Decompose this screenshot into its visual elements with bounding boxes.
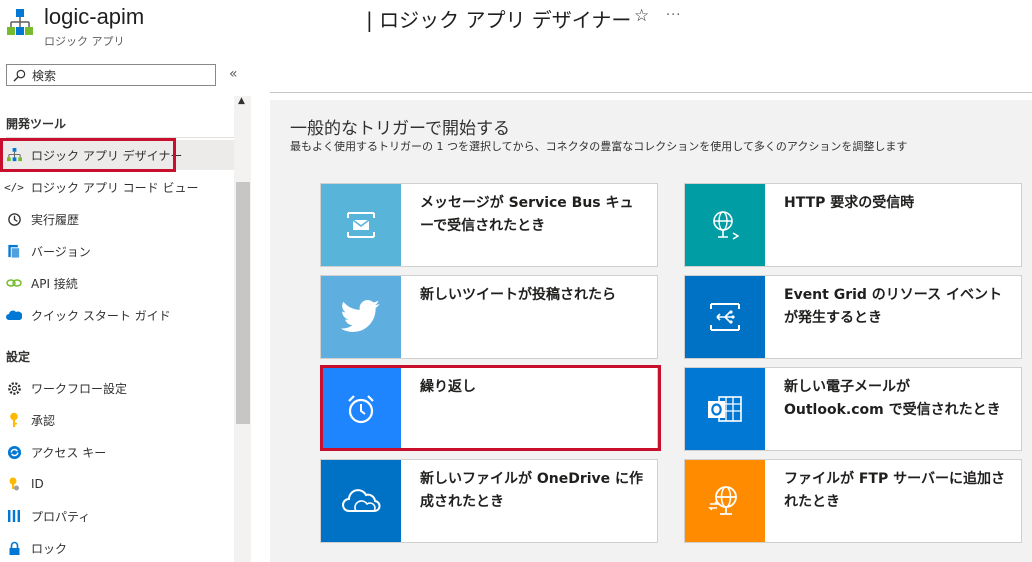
- section-header-settings: 設定: [6, 350, 31, 364]
- trigger-card-onedrive[interactable]: 新しいファイルが OneDrive に作成されたとき: [320, 459, 658, 543]
- sidebar-item-label: 承認: [31, 413, 56, 428]
- star-favorite-icon[interactable]: ☆: [634, 6, 649, 26]
- ftp-icon: [708, 486, 737, 515]
- page-title: | ロジック アプリ デザイナー: [366, 8, 632, 32]
- card-label: 新しい電子メールが Outlook.com で受信されたとき: [784, 379, 1001, 418]
- card-tile: [321, 184, 401, 266]
- history-icon: [6, 211, 22, 227]
- logic-app-icon: [7, 9, 33, 35]
- sidebar-item-label: ID: [31, 477, 44, 491]
- scroll-up-icon[interactable]: ▲: [238, 96, 245, 106]
- sidebar-item-label: プロパティ: [31, 509, 91, 524]
- sidebar-item-label: ワークフロー設定: [31, 381, 128, 396]
- access-keys-icon: [6, 444, 22, 460]
- key-icon: [6, 412, 22, 428]
- highlight-box: [320, 365, 661, 451]
- card-tile: [685, 368, 765, 450]
- card-label: HTTP 要求の受信時: [784, 195, 915, 211]
- collapse-sidebar-icon[interactable]: «: [229, 66, 238, 82]
- sidebar-item-locks[interactable]: ロック: [0, 533, 234, 562]
- cloud-icon: [6, 307, 22, 323]
- trigger-card-service-bus[interactable]: メッセージが Service Bus キューで受信されたとき: [320, 183, 658, 267]
- app-subtitle: ロジック アプリ: [44, 35, 125, 48]
- code-icon: </>: [4, 180, 24, 194]
- highlight-box: [0, 138, 176, 172]
- twitter-icon: [340, 300, 380, 332]
- app-root: logic-apim ロジック アプリ | ロジック アプリ デザイナー ☆ ·…: [0, 0, 1032, 562]
- outlook-icon: [708, 396, 742, 422]
- sidebar-item-label: ロック: [31, 541, 68, 556]
- scrollbar-thumb[interactable]: [236, 182, 250, 424]
- trigger-card-ftp[interactable]: ファイルが FTP サーバーに追加されたとき: [684, 459, 1022, 543]
- trigger-card-http[interactable]: HTTP 要求の受信時: [684, 183, 1022, 267]
- sidebar-item-versions[interactable]: バージョン: [0, 236, 234, 266]
- sidebar-item-authorization[interactable]: 承認: [0, 405, 234, 435]
- search-placeholder: 検索: [32, 68, 57, 83]
- sidebar-item-workflow-settings[interactable]: ワークフロー設定: [0, 373, 234, 403]
- sidebar-item-run-history[interactable]: 実行履歴: [0, 204, 234, 234]
- sidebar-item-api-connections[interactable]: API 接続: [0, 268, 234, 298]
- designer-subtitle: 最もよく使用するトリガーの 1 つを選択してから、コネクタの豊富なコレクションを…: [290, 140, 908, 153]
- sidebar-item-label: クイック スタート ガイド: [31, 308, 171, 323]
- onedrive-icon: [342, 489, 381, 512]
- card-label: 新しいツイートが投稿されたら: [420, 287, 616, 303]
- sidebar-item-quickstart[interactable]: クイック スタート ガイド: [0, 300, 234, 330]
- trigger-card-outlook[interactable]: 新しい電子メールが Outlook.com で受信されたとき: [684, 367, 1022, 451]
- card-tile: [685, 276, 765, 358]
- card-label: メッセージが Service Bus キューで受信されたとき: [420, 195, 634, 234]
- card-tile: [321, 276, 401, 358]
- card-label: 新しいファイルが OneDrive に作成されたとき: [420, 471, 644, 510]
- service-bus-icon: [347, 212, 375, 238]
- search-icon: [13, 69, 26, 82]
- sidebar-item-label: API 接続: [31, 276, 78, 291]
- section-header-dev-tools: 開発ツール: [6, 117, 67, 131]
- card-label: ファイルが FTP サーバーに追加されたとき: [784, 471, 1005, 510]
- sidebar-item-code-view[interactable]: </> ロジック アプリ コード ビュー: [0, 172, 234, 202]
- card-label: Event Grid のリソース イベントが発生するとき: [784, 287, 1002, 326]
- sidebar-item-properties[interactable]: プロパティ: [0, 501, 234, 531]
- sidebar-item-label: バージョン: [31, 244, 91, 259]
- properties-icon: [6, 508, 22, 524]
- sidebar-item-identity[interactable]: ID: [0, 469, 234, 499]
- app-title: logic-apim: [44, 4, 145, 29]
- trigger-card-event-grid[interactable]: Event Grid のリソース イベントが発生するとき: [684, 275, 1022, 359]
- sidebar-item-label: アクセス キー: [31, 445, 107, 460]
- sidebar-item-label: ロジック アプリ コード ビュー: [31, 180, 199, 195]
- designer-title: 一般的なトリガーで開始する: [290, 119, 510, 139]
- card-tile: [685, 184, 765, 266]
- sidebar-item-access-keys[interactable]: アクセス キー: [0, 437, 234, 467]
- versions-icon: [6, 243, 22, 259]
- header-divider: [270, 92, 1032, 93]
- card-tile: [685, 460, 765, 542]
- more-options-icon[interactable]: ···: [666, 8, 681, 23]
- sidebar-item-label: 実行履歴: [31, 212, 80, 227]
- card-tile: [321, 460, 401, 542]
- gear-icon: [6, 380, 22, 396]
- lock-icon: [6, 540, 22, 556]
- identity-icon: [6, 476, 22, 492]
- trigger-card-twitter[interactable]: 新しいツイートが投稿されたら: [320, 275, 658, 359]
- search-input[interactable]: 検索: [6, 64, 216, 86]
- link-icon: [6, 275, 22, 291]
- event-grid-icon: [710, 303, 740, 331]
- http-globe-icon: [713, 211, 740, 240]
